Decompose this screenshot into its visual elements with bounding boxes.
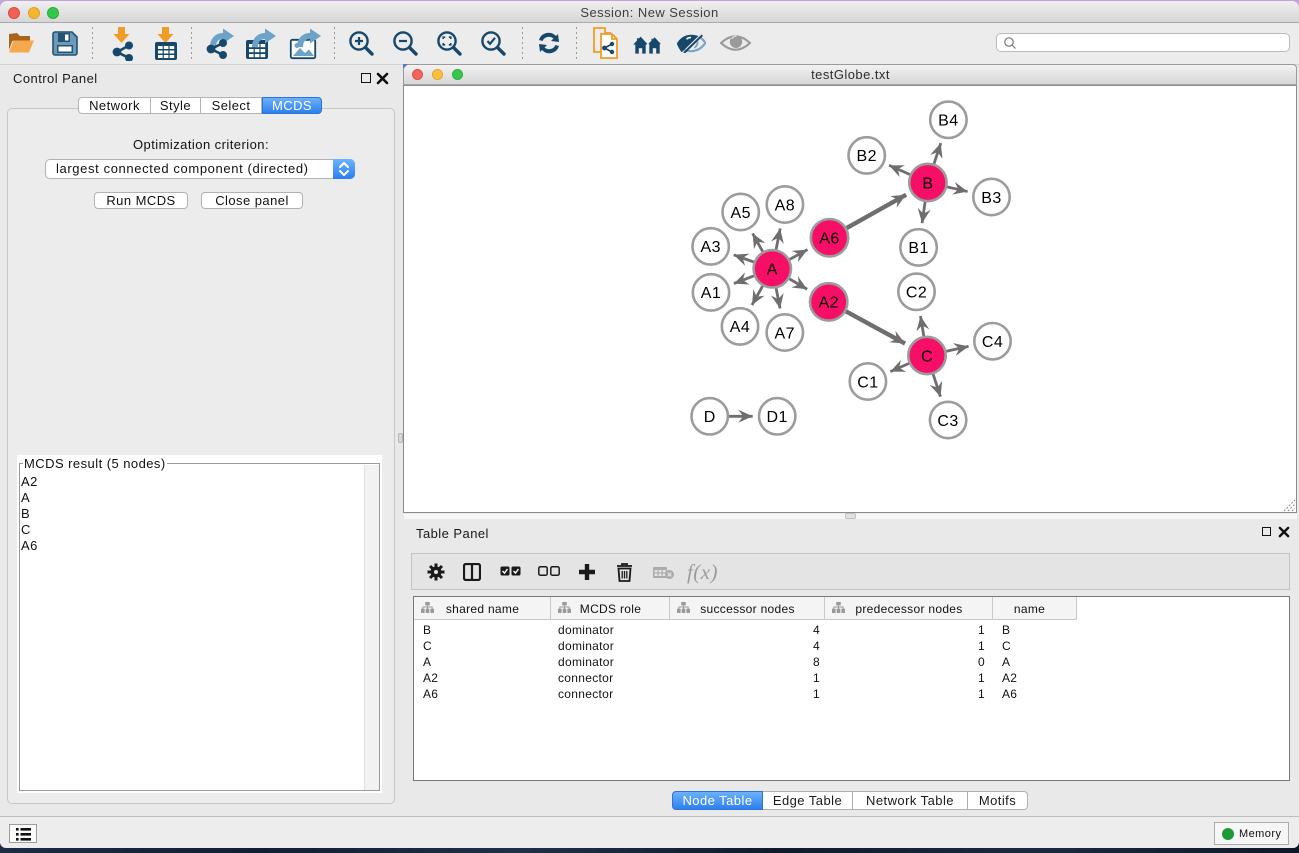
svg-text:B1: B1 xyxy=(908,240,928,257)
svg-text:A: A xyxy=(767,262,778,279)
svg-text:D1: D1 xyxy=(767,409,788,426)
svg-text:B4: B4 xyxy=(938,113,958,130)
svg-text:D: D xyxy=(704,409,716,426)
svg-text:B3: B3 xyxy=(981,190,1001,207)
svg-text:A6: A6 xyxy=(819,230,839,247)
svg-text:A8: A8 xyxy=(775,197,795,214)
svg-text:A5: A5 xyxy=(730,205,750,222)
svg-text:A4: A4 xyxy=(730,319,750,336)
svg-text:C2: C2 xyxy=(906,285,927,302)
svg-text:A7: A7 xyxy=(775,325,795,342)
svg-text:C4: C4 xyxy=(982,334,1003,351)
svg-text:B2: B2 xyxy=(856,148,876,165)
svg-text:A3: A3 xyxy=(700,239,720,256)
svg-text:A1: A1 xyxy=(701,285,721,302)
svg-text:A2: A2 xyxy=(818,295,838,312)
svg-text:C: C xyxy=(921,348,933,365)
svg-text:C3: C3 xyxy=(937,413,958,430)
svg-text:B: B xyxy=(922,175,933,192)
svg-text:C1: C1 xyxy=(857,374,878,391)
